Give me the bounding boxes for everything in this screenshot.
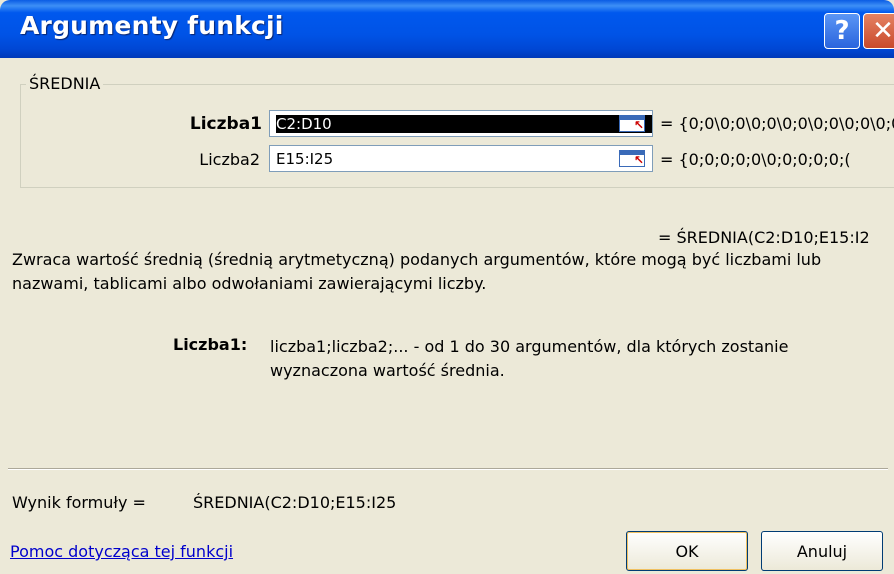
arg-help-text: liczba1;liczba2;... - od 1 do 30 argumen… [270,337,789,380]
function-description: Zwraca wartość średnią (średnią arytmety… [12,250,822,293]
arg1-result: = {0;0\0;0\0;0\0;0\0;0\0;0\0;0\0;( [660,114,894,133]
arg2-label: Liczba2 [199,150,260,169]
formula-result-label: Wynik formuły = [12,493,146,512]
arg1-label: Liczba1 [189,114,262,134]
help-link[interactable]: Pomoc dotycząca tej funkcji [10,542,233,561]
title-bar[interactable]: Argumenty funkcji ? ✕ [0,0,894,58]
separator [8,468,888,470]
ok-button[interactable]: OK [626,531,748,571]
help-icon[interactable]: ? [824,13,860,49]
arg2-range-select-icon[interactable]: ↖ [617,147,649,170]
arg2-result: = {0;0;0;0;0\0;0;0;0;0;( [660,150,851,169]
dialog-title: Argumenty funkcji [20,11,284,40]
function-result-preview: = ŚREDNIA(C2:D10;E15:I2 [658,228,870,247]
cancel-button[interactable]: Anuluj [761,531,883,571]
arg1-range-select-icon[interactable]: ↖ [617,112,649,135]
arg2-input[interactable]: E15:I25 [269,145,653,172]
close-icon[interactable]: ✕ [863,13,894,49]
function-name: ŚREDNIA [26,74,104,93]
arg-help-label: Liczba1: [173,335,248,354]
function-arguments-dialog: Argumenty funkcji ? ✕ ŚREDNIA Liczba1 C2… [0,0,894,574]
arg1-input[interactable]: C2:D10 [269,110,653,137]
formula-result-value: ŚREDNIA(C2:D10;E15:I25 [193,493,397,512]
arg1-value: C2:D10 [276,115,652,133]
